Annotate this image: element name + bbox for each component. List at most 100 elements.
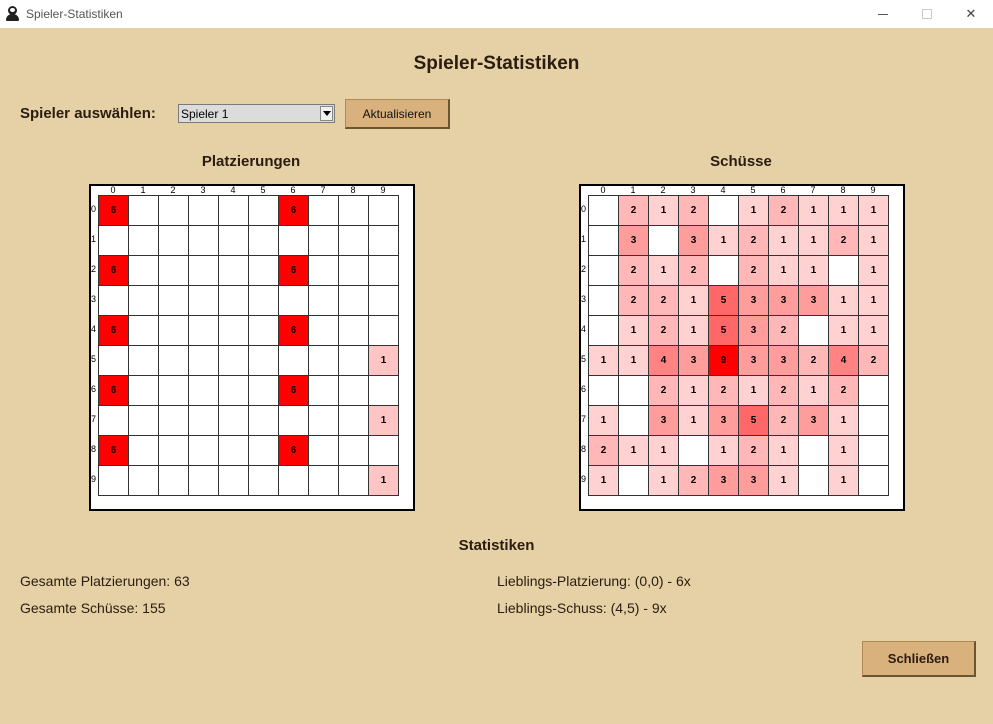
col-label: 6 bbox=[290, 185, 296, 195]
row-label: 2 bbox=[91, 264, 97, 274]
close-icon: ✕ bbox=[965, 6, 977, 21]
minimize-icon bbox=[878, 13, 888, 15]
shots-cell: 2 bbox=[708, 375, 739, 406]
close-window-button[interactable]: ✕ bbox=[948, 0, 993, 28]
close-button[interactable]: Schließen bbox=[862, 641, 976, 677]
placements-cell bbox=[278, 345, 309, 376]
maximize-button[interactable] bbox=[904, 0, 950, 28]
shots-cell: 1 bbox=[858, 195, 889, 226]
placements-cell bbox=[188, 225, 219, 256]
col-label: 2 bbox=[170, 185, 176, 195]
col-label: 1 bbox=[140, 185, 146, 195]
placements-cell bbox=[128, 315, 159, 346]
placements-cell bbox=[338, 405, 369, 436]
shots-cell: 1 bbox=[768, 465, 799, 496]
shots-cell: 2 bbox=[678, 255, 709, 286]
shots-cell bbox=[828, 255, 859, 286]
placements-cell bbox=[338, 345, 369, 376]
placements-cell bbox=[218, 285, 249, 316]
shots-cell: 1 bbox=[768, 225, 799, 256]
shots-cell: 1 bbox=[828, 405, 859, 436]
shots-cell: 2 bbox=[858, 345, 889, 376]
placements-cell: 1 bbox=[368, 345, 399, 376]
placements-cell bbox=[338, 255, 369, 286]
player-select-dropdown-button[interactable] bbox=[320, 106, 333, 121]
shots-cell: 3 bbox=[738, 465, 769, 496]
placements-cell bbox=[338, 315, 369, 346]
shots-cell: 3 bbox=[798, 405, 829, 436]
placements-cell bbox=[338, 285, 369, 316]
row-label: 4 bbox=[91, 324, 97, 334]
total-shots: Gesamte Schüsse: 155 bbox=[20, 600, 166, 616]
shots-cell: 3 bbox=[678, 345, 709, 376]
placements-cell bbox=[368, 285, 399, 316]
row-label: 0 bbox=[91, 204, 97, 214]
col-label: 7 bbox=[320, 185, 326, 195]
shots-cell bbox=[858, 405, 889, 436]
shots-cell: 1 bbox=[858, 225, 889, 256]
placements-title: Platzierungen bbox=[201, 153, 301, 170]
shots-cell: 1 bbox=[858, 285, 889, 316]
placements-cell bbox=[158, 315, 189, 346]
placements-cell bbox=[248, 195, 279, 226]
placements-cell: 6 bbox=[278, 195, 309, 226]
placements-cell bbox=[308, 465, 339, 496]
chevron-down-icon bbox=[322, 111, 331, 116]
minimize-button[interactable] bbox=[860, 0, 906, 28]
player-select[interactable]: Spieler 1 bbox=[178, 104, 335, 123]
placements-cell bbox=[338, 375, 369, 406]
shots-cell bbox=[678, 435, 709, 466]
shots-cell: 2 bbox=[768, 405, 799, 436]
shots-cell: 1 bbox=[678, 285, 709, 316]
placements-cell bbox=[338, 225, 369, 256]
shots-cell: 1 bbox=[828, 435, 859, 466]
shots-cell: 2 bbox=[648, 375, 679, 406]
placements-cell bbox=[128, 345, 159, 376]
placements-cell bbox=[98, 465, 129, 496]
placements-cell bbox=[98, 285, 129, 316]
placements-cell bbox=[188, 285, 219, 316]
placements-cell bbox=[368, 255, 399, 286]
placements-cell bbox=[98, 345, 129, 376]
shots-cell: 3 bbox=[708, 465, 739, 496]
shots-cell: 1 bbox=[858, 315, 889, 346]
placements-cell bbox=[308, 315, 339, 346]
shots-cell: 1 bbox=[798, 255, 829, 286]
shots-cell bbox=[618, 465, 649, 496]
shots-cell: 1 bbox=[618, 345, 649, 376]
shots-cell: 2 bbox=[828, 225, 859, 256]
placements-cell bbox=[128, 195, 159, 226]
placements-cell: 6 bbox=[278, 315, 309, 346]
placements-cell bbox=[218, 255, 249, 286]
col-label: 8 bbox=[840, 185, 846, 195]
shots-cell: 1 bbox=[618, 435, 649, 466]
placements-cell bbox=[158, 375, 189, 406]
placements-cell bbox=[248, 345, 279, 376]
row-label: 0 bbox=[581, 204, 587, 214]
shots-cell bbox=[798, 315, 829, 346]
col-label: 8 bbox=[350, 185, 356, 195]
placements-cell bbox=[158, 195, 189, 226]
shots-cell: 1 bbox=[678, 375, 709, 406]
shots-cell: 1 bbox=[768, 255, 799, 286]
shots-cell: 1 bbox=[858, 255, 889, 286]
shots-cell bbox=[588, 315, 619, 346]
placements-cell bbox=[218, 315, 249, 346]
refresh-button[interactable]: Aktualisieren bbox=[345, 99, 450, 129]
stats-title: Statistiken bbox=[458, 537, 535, 554]
placements-cell bbox=[158, 225, 189, 256]
shots-cell: 3 bbox=[738, 285, 769, 316]
shots-cell: 1 bbox=[738, 195, 769, 226]
placements-cell bbox=[368, 375, 399, 406]
shots-cell bbox=[648, 225, 679, 256]
placements-cell bbox=[188, 375, 219, 406]
shots-cell bbox=[858, 375, 889, 406]
placements-cell bbox=[218, 225, 249, 256]
shots-cell: 3 bbox=[738, 345, 769, 376]
placements-cell bbox=[128, 405, 159, 436]
col-label: 5 bbox=[260, 185, 266, 195]
placements-cell: 6 bbox=[98, 255, 129, 286]
col-label: 5 bbox=[750, 185, 756, 195]
placements-cell bbox=[158, 285, 189, 316]
placements-cell bbox=[188, 465, 219, 496]
